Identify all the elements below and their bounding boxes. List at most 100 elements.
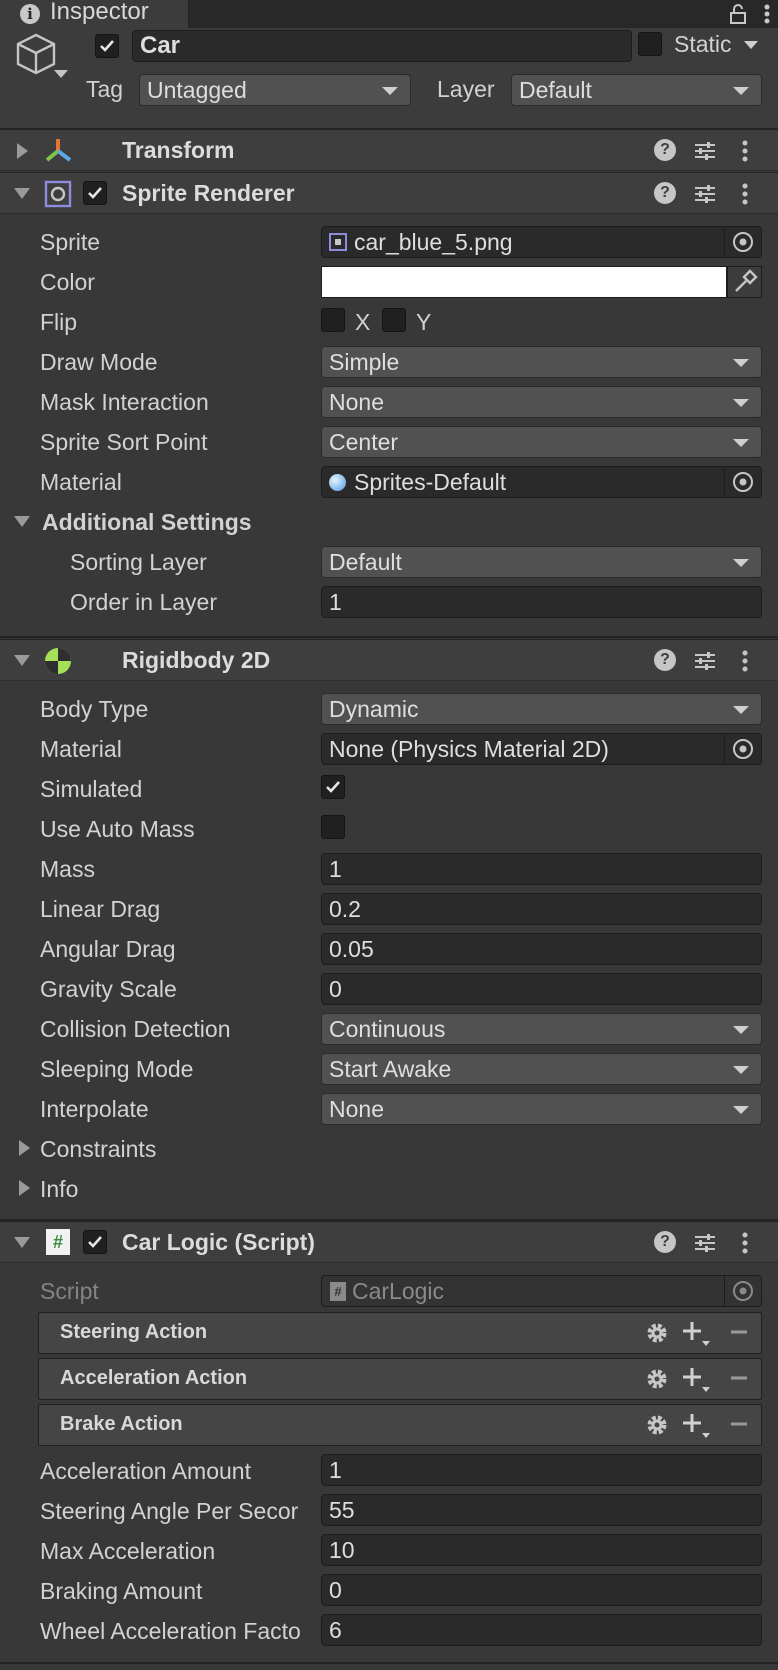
remove-icon[interactable] [729,1414,749,1434]
remove-icon[interactable] [729,1322,749,1342]
help-icon[interactable]: ? [654,1231,676,1253]
transform-header[interactable]: Transform ? [0,129,778,171]
object-picker[interactable] [724,734,761,764]
tab-bar: i Inspector [0,0,778,28]
presets-icon[interactable] [693,182,717,206]
material-field[interactable]: Sprites-Default [321,466,762,498]
angular-drag-input[interactable]: 0.05 [321,933,762,965]
sort-point-dropdown[interactable]: Center [321,426,762,458]
active-checkbox[interactable] [95,34,119,58]
target-icon [733,232,753,252]
presets-icon[interactable] [693,649,717,673]
steering-angle-input[interactable]: 55 [321,1494,762,1526]
acceleration-amount-input[interactable]: 1 [321,1454,762,1486]
draw-mode-label: Draw Mode [40,349,158,375]
wheel-acceleration-input[interactable]: 6 [321,1614,762,1646]
color-swatch[interactable] [321,266,727,298]
static-label[interactable]: Static [674,31,732,58]
mass-label: Mass [40,856,95,882]
flip-y-checkbox[interactable] [382,308,406,332]
constraints-label[interactable]: Constraints [40,1136,156,1163]
object-picker[interactable] [724,227,761,257]
max-acceleration-input[interactable]: 10 [321,1534,762,1566]
sprite-field[interactable]: car_blue_5.png [321,226,762,258]
material-value: Sprites-Default [354,469,507,495]
order-in-layer-input[interactable]: 1 [321,586,762,618]
help-icon[interactable]: ? [654,139,676,161]
remove-icon[interactable] [729,1368,749,1388]
enabled-checkbox[interactable] [83,181,107,205]
material-sphere-icon [329,474,346,491]
gravity-scale-input[interactable]: 0 [321,973,762,1005]
script-field: # CarLogic [321,1275,762,1307]
gear-icon[interactable] [644,1366,670,1392]
constraints-foldout[interactable] [19,1140,30,1156]
add-binding-icon[interactable] [681,1411,711,1439]
tag-dropdown[interactable]: Untagged [139,74,411,106]
static-dropdown-arrow[interactable] [744,41,758,49]
eyedropper-button[interactable] [727,266,762,298]
simulated-checkbox[interactable] [321,775,345,799]
layer-dropdown[interactable]: Default [511,74,762,106]
order-in-layer-label: Order in Layer [70,589,218,615]
tab-inspector[interactable]: i Inspector [0,0,189,28]
more-icon[interactable] [740,182,750,206]
collision-detection-dropdown[interactable]: Continuous [321,1013,762,1045]
gear-icon[interactable] [644,1412,670,1438]
braking-amount-input[interactable]: 0 [321,1574,762,1606]
add-binding-icon[interactable] [681,1319,711,1347]
acceleration-action-bar[interactable]: Acceleration Action [38,1358,762,1400]
gear-icon[interactable] [644,1320,670,1346]
color-label: Color [40,269,95,295]
physics-material-field[interactable]: None (Physics Material 2D) [321,733,762,765]
brake-action-bar[interactable]: Brake Action [38,1404,762,1446]
physics-material-label: Material [40,736,122,762]
mask-interaction-dropdown[interactable]: None [321,386,762,418]
more-icon[interactable] [760,2,774,26]
interpolate-dropdown[interactable]: None [321,1093,762,1125]
more-icon[interactable] [740,139,750,163]
use-auto-mass-label: Use Auto Mass [40,816,195,842]
info-label[interactable]: Info [40,1176,78,1203]
static-checkbox[interactable] [638,32,662,56]
help-icon[interactable]: ? [654,182,676,204]
presets-icon[interactable] [693,139,717,163]
sleeping-mode-dropdown[interactable]: Start Awake [321,1053,762,1085]
foldout-arrow[interactable] [14,188,30,199]
help-icon[interactable]: ? [654,649,676,671]
more-icon[interactable] [740,1231,750,1255]
icon-dropdown-caret[interactable] [54,70,68,78]
divider [0,1662,778,1664]
sprite-renderer-header[interactable]: Sprite Renderer ? [0,172,778,214]
draw-mode-dropdown[interactable]: Simple [321,346,762,378]
gravity-scale-label: Gravity Scale [40,976,177,1002]
foldout-arrow[interactable] [14,655,30,666]
script-icon: # [46,1229,70,1255]
sorting-layer-dropdown[interactable]: Default [321,546,762,578]
linear-drag-input[interactable]: 0.2 [321,893,762,925]
object-name-input[interactable]: Car [132,30,632,62]
object-picker[interactable] [724,467,761,497]
steering-action-bar[interactable]: Steering Action [38,1312,762,1354]
enabled-checkbox[interactable] [83,1230,107,1254]
rigidbody-header[interactable]: Rigidbody 2D ? [0,639,778,681]
body-type-dropdown[interactable]: Dynamic [321,693,762,725]
divider [0,636,778,638]
car-logic-header[interactable]: # Car Logic (Script) ? [0,1221,778,1263]
flip-x-checkbox[interactable] [321,308,345,332]
additional-settings-label[interactable]: Additional Settings [42,509,252,536]
foldout-arrow[interactable] [17,143,28,159]
add-binding-icon[interactable] [681,1365,711,1393]
more-icon[interactable] [740,649,750,673]
mass-input[interactable]: 1 [321,853,762,885]
lock-icon[interactable] [726,2,750,26]
info-foldout[interactable] [19,1180,30,1196]
linear-drag-label: Linear Drag [40,896,161,922]
use-auto-mass-checkbox[interactable] [321,815,345,839]
presets-icon[interactable] [693,1231,717,1255]
additional-settings-foldout[interactable] [14,516,30,527]
max-acceleration-label: Max Acceleration [40,1538,216,1564]
tab-label: Inspector [50,0,149,25]
foldout-arrow[interactable] [14,1237,30,1248]
flip-y-label: Y [416,309,432,335]
